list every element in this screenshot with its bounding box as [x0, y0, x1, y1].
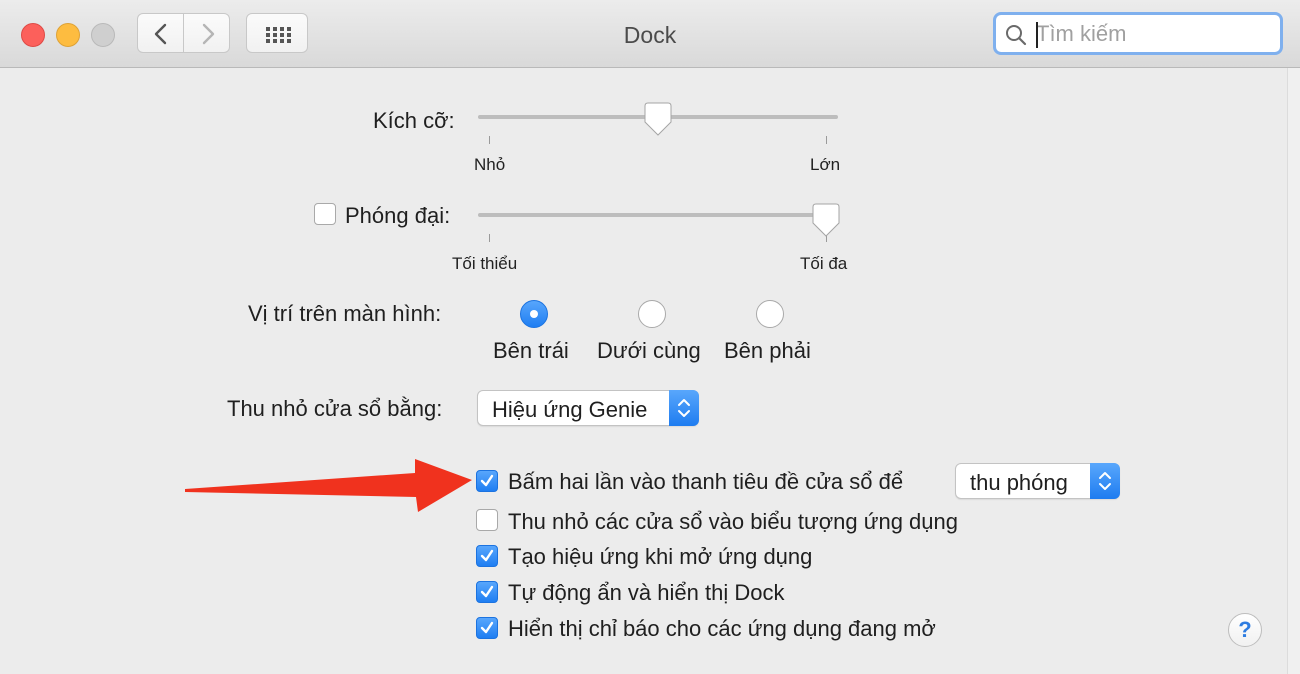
forward-button[interactable]	[183, 13, 230, 53]
magnification-max-label: Tối đa	[800, 254, 848, 273]
checkmark-icon	[480, 621, 494, 634]
back-button[interactable]	[137, 13, 184, 53]
minimize-effect-label: Thu nhỏ cửa sổ bằng:	[227, 396, 443, 421]
double-click-title-checkbox[interactable]	[476, 470, 498, 492]
checkmark-icon	[480, 474, 494, 487]
magnification-checkbox[interactable]	[314, 203, 336, 225]
magnification-slider-knob[interactable]	[811, 203, 841, 237]
animate-opening-apps-checkbox[interactable]	[476, 545, 498, 567]
close-window-button[interactable]	[21, 23, 45, 47]
search-icon	[1006, 25, 1027, 46]
position-left-label: Bên trái	[493, 338, 569, 363]
checkmark-icon	[480, 585, 494, 598]
updown-chevron-icon	[669, 390, 699, 426]
zoom-window-button[interactable]	[91, 23, 115, 47]
magnification-min-label: Tối thiểu	[452, 254, 518, 273]
position-label: Vị trí trên màn hình:	[248, 301, 442, 326]
show-all-button[interactable]	[246, 13, 308, 53]
animate-opening-apps-label: Tạo hiệu ứng khi mở ứng dụng	[508, 544, 813, 569]
double-click-action-popup[interactable]: thu phóng	[955, 463, 1120, 499]
double-click-title-label: Bấm hai lần vào thanh tiêu đề cửa sổ để	[508, 469, 904, 494]
text-caret	[1036, 22, 1038, 48]
minimize-into-app-icon-label: Thu nhỏ các cửa sổ vào biểu tượng ứng dụ…	[508, 509, 959, 534]
minimize-effect-popup[interactable]: Hiệu ứng Genie	[477, 390, 699, 426]
magnification-min-tick	[489, 234, 490, 242]
size-max-tick	[826, 136, 827, 144]
position-bottom-radio[interactable]	[638, 300, 666, 328]
title-bar: Dock	[0, 0, 1300, 68]
grid-icon	[266, 27, 291, 43]
scrollbar[interactable]	[1287, 68, 1300, 674]
minimize-window-button[interactable]	[56, 23, 80, 47]
size-min-tick	[489, 136, 490, 144]
show-indicators-label: Hiển thị chỉ báo cho các ứng dụng đang m…	[508, 616, 936, 641]
chevron-right-icon	[202, 23, 215, 45]
help-button[interactable]: ?	[1228, 613, 1262, 647]
size-min-label: Nhỏ	[474, 155, 506, 174]
position-bottom-label: Dưới cùng	[597, 338, 701, 363]
minimize-effect-value: Hiệu ứng Genie	[492, 397, 648, 422]
autohide-dock-checkbox[interactable]	[476, 581, 498, 603]
magnification-slider-track[interactable]	[478, 213, 838, 217]
position-right-radio[interactable]	[756, 300, 784, 328]
double-click-action-value: thu phóng	[970, 470, 1068, 495]
updown-chevron-icon	[1090, 463, 1120, 499]
size-slider-knob[interactable]	[643, 102, 673, 136]
size-max-label: Lớn	[810, 155, 841, 174]
checkmark-icon	[480, 549, 494, 562]
position-right-label: Bên phải	[724, 338, 811, 363]
search-input[interactable]	[1036, 21, 1266, 47]
magnification-label: Phóng đại:	[345, 203, 451, 228]
annotation-arrow-icon	[185, 459, 472, 512]
chevron-left-icon	[154, 23, 167, 45]
show-indicators-checkbox[interactable]	[476, 617, 498, 639]
window-title: Dock	[623, 22, 677, 48]
position-left-radio[interactable]	[520, 300, 548, 328]
autohide-dock-label: Tự động ẩn và hiển thị Dock	[508, 580, 785, 605]
minimize-into-app-icon-checkbox[interactable]	[476, 509, 498, 531]
search-field[interactable]	[993, 12, 1283, 55]
size-label: Kích cỡ:	[373, 108, 455, 133]
